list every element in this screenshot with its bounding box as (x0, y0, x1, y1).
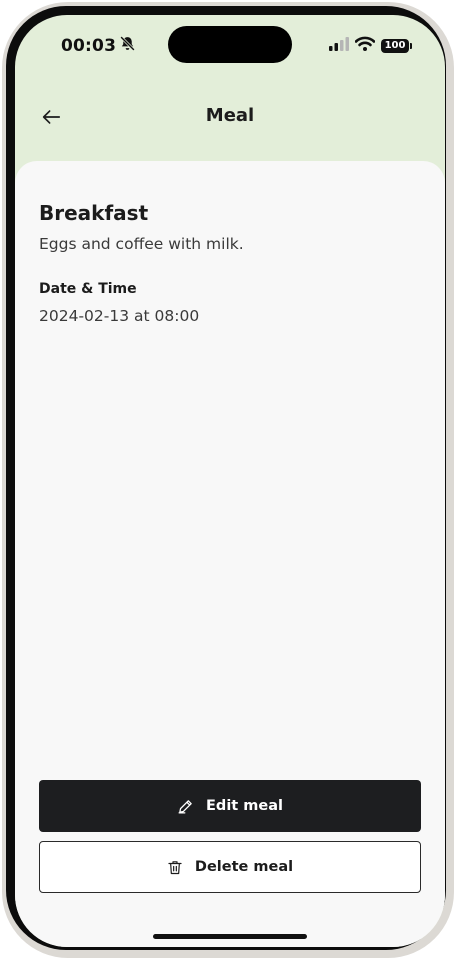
delete-meal-label: Delete meal (194, 859, 294, 875)
phone-device: 00:03 100 Meal Breakfast Eggs and coffee… (0, 0, 460, 962)
meal-description: Eggs and coffee with milk. (39, 235, 244, 253)
datetime-label: Date & Time (39, 281, 137, 297)
home-indicator (153, 934, 307, 939)
screen: 00:03 100 Meal Breakfast Eggs and coffee… (15, 15, 445, 947)
edit-meal-button[interactable]: Edit meal (39, 780, 421, 832)
meal-title: Breakfast (39, 201, 149, 225)
trash-icon (167, 859, 183, 876)
edit-meal-label: Edit meal (206, 798, 283, 814)
meal-detail-panel: Breakfast Eggs and coffee with milk. Dat… (15, 161, 445, 947)
datetime-value: 2024-02-13 at 08:00 (39, 307, 200, 325)
battery-icon: 100 (381, 38, 412, 53)
app-header: Meal (15, 75, 445, 161)
delete-meal-button[interactable]: Delete meal (39, 841, 421, 893)
page-title: Meal (205, 105, 255, 126)
status-time: 00:03 (61, 35, 117, 56)
status-time-group: 00:03 (61, 35, 136, 56)
status-icons: 100 (329, 36, 412, 55)
battery-level: 100 (384, 39, 406, 51)
cellular-signal-icon (329, 36, 349, 55)
pencil-icon (177, 798, 194, 815)
dynamic-island (168, 26, 292, 63)
status-bar: 00:03 100 (15, 15, 445, 75)
wifi-icon (354, 36, 376, 55)
bell-slash-icon (119, 35, 136, 56)
